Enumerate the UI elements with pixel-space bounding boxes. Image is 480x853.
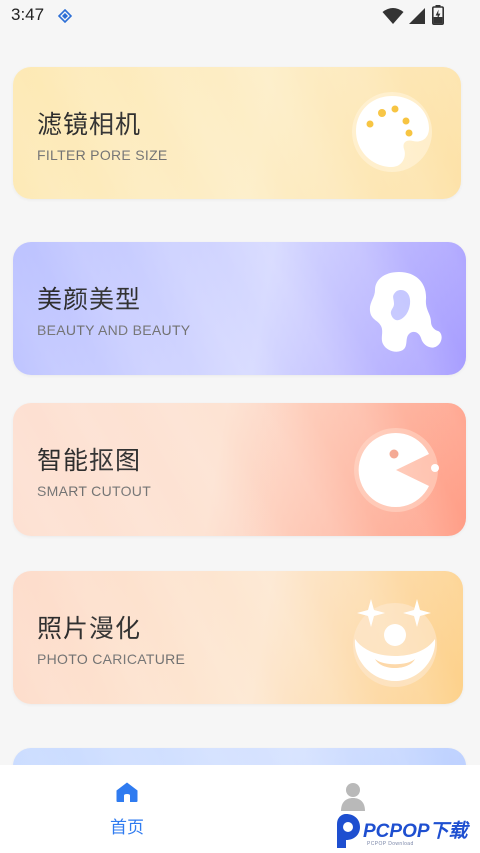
sim-icon: [58, 9, 72, 23]
battery-icon: [432, 5, 444, 25]
status-time: 3:47: [11, 5, 45, 24]
card-filter-camera[interactable]: 滤镜相机 FILTER PORE SIZE: [13, 67, 461, 199]
home-icon: [116, 782, 138, 802]
card-smart-cutout[interactable]: 智能抠图 SMART CUTOUT: [13, 403, 466, 536]
card-subtitle: FILTER PORE SIZE: [37, 147, 168, 163]
card-subtitle: PHOTO CARICATURE: [37, 651, 186, 667]
card-subtitle: SMART CUTOUT: [37, 483, 152, 499]
card-title: 美颜美型: [37, 285, 142, 314]
status-bar: 3:47: [0, 0, 480, 34]
card-photo-caricature[interactable]: 照片漫化 PHOTO CARICATURE: [13, 571, 463, 704]
watermark-logo: PCPOP下载 PCPOP Download: [333, 808, 480, 853]
pcpop-logo-icon: [337, 814, 360, 848]
card-beauty[interactable]: 美颜美型 BEAUTY AND BEAUTY: [13, 242, 466, 375]
card-title: 滤镜相机: [37, 110, 142, 139]
person-icon: [341, 783, 365, 811]
watermark-brand: PCPOP下载: [363, 821, 468, 842]
tab-home-label: 首页: [110, 818, 144, 838]
palette-icon: [352, 92, 432, 172]
clown-face-icon: [353, 599, 437, 687]
watermark-tagline: PCPOP Download: [367, 841, 414, 847]
wifi-icon: [382, 8, 404, 24]
card-title: 照片漫化: [37, 614, 142, 643]
pacman-icon: [354, 428, 439, 512]
tab-home[interactable]: 首页: [92, 781, 162, 841]
woman-head-icon: [369, 272, 442, 352]
card-subtitle: BEAUTY AND BEAUTY: [37, 322, 191, 338]
card-title: 智能抠图: [37, 446, 142, 475]
signal-icon: [409, 8, 425, 24]
